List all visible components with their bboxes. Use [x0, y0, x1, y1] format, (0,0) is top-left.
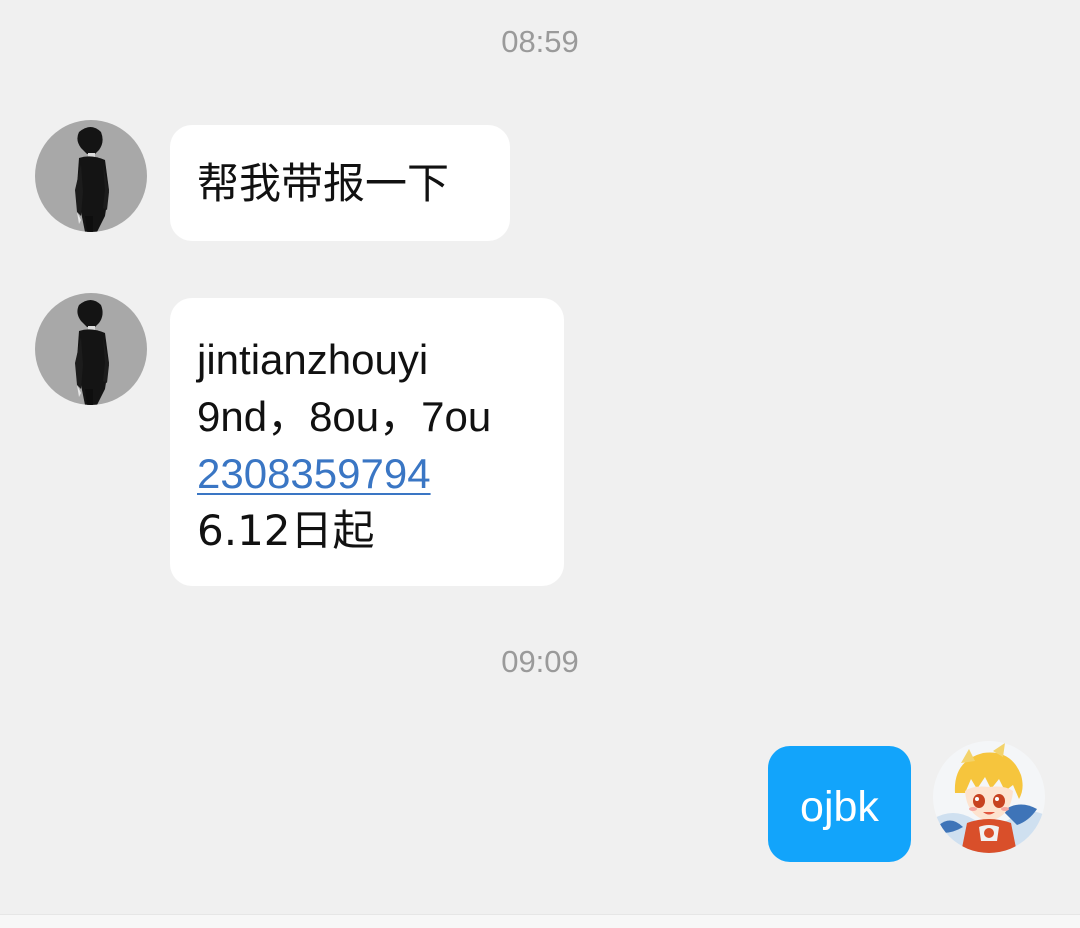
boy-silhouette-avatar-icon: [35, 120, 147, 232]
bottom-input-area-edge: [0, 914, 1080, 928]
self-avatar[interactable]: [933, 741, 1045, 853]
boy-silhouette-avatar-icon: [35, 293, 147, 405]
message-text-line: 9nd，8ou，7ou: [197, 393, 492, 440]
message-text-line: jintianzhouyi: [197, 336, 429, 383]
timestamp: 08:59: [501, 24, 579, 59]
message-text: ojbk: [800, 783, 879, 831]
message-bubble[interactable]: 帮我带报一下: [170, 125, 510, 241]
contact-avatar[interactable]: [35, 120, 147, 232]
message-text: 帮我带报一下: [197, 159, 450, 208]
message-text-line: 6.12日起: [197, 506, 375, 555]
contact-avatar[interactable]: [35, 293, 147, 405]
message-bubble[interactable]: jintianzhouyi 9nd，8ou，7ou 2308359794 6.1…: [170, 298, 564, 586]
self-message-bubble[interactable]: ojbk: [768, 746, 911, 862]
anime-character-avatar-icon: [933, 741, 1045, 853]
phone-number-link[interactable]: 2308359794: [197, 445, 540, 502]
timestamp: 09:09: [501, 644, 579, 679]
